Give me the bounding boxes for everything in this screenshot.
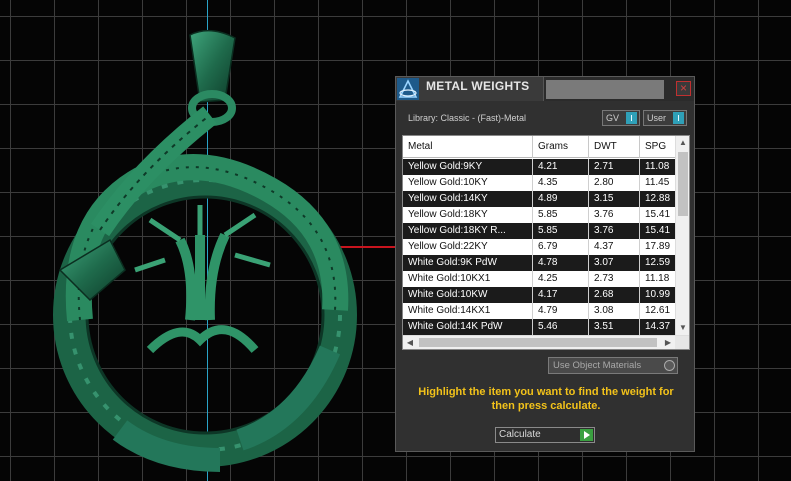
use-object-materials-label: Use Object Materials [553,360,642,371]
cell-spg: 15.41 [640,207,675,223]
radio-icon[interactable] [664,360,675,371]
use-object-materials-option[interactable]: Use Object Materials [548,357,678,374]
table-body: Yellow Gold:9KY 4.21 2.71 11.08 Yellow G… [403,159,675,335]
column-header-metal[interactable]: Metal [403,136,533,158]
cell-metal: White Gold:10KW [403,287,533,303]
cell-spg: 11.18 [640,271,675,287]
table-row[interactable]: White Gold:10KX1 4.25 2.73 11.18 [403,271,675,287]
horizontal-scroll-thumb[interactable] [419,338,657,347]
title-tab: METAL WEIGHTS [396,77,544,101]
cell-dwt: 4.37 [589,239,640,255]
cell-metal: White Gold:14KX1 [403,303,533,319]
cell-metal: Yellow Gold:18KY [403,207,533,223]
cell-spg: 12.88 [645,193,671,204]
column-header-dwt[interactable]: DWT [589,136,640,158]
cell-metal: White Gold:10KX1 [403,271,533,287]
table-row[interactable]: Yellow Gold:9KY 4.21 2.71 11.08 [403,159,675,175]
cell-grams: 6.79 [533,239,589,255]
table-row[interactable]: White Gold:9K PdW 4.78 3.07 12.59 [403,255,675,271]
table-row[interactable]: White Gold:10KW 4.17 2.68 10.99 [403,287,675,303]
cell-spg: 17.89 [640,239,675,255]
cell-grams: 4.78 [533,255,589,271]
cell-grams: 5.85 [533,207,589,223]
vertical-scrollbar[interactable]: ▲ ▼ [675,136,689,335]
cell-metal: Yellow Gold:9KY [403,159,533,175]
table-row[interactable]: Yellow Gold:18KY 5.85 3.76 15.41 [403,207,675,223]
user-toggle[interactable]: User [643,110,687,126]
cell-grams: 4.21 [533,159,589,175]
panel-titlebar[interactable]: METAL WEIGHTS × [396,77,694,101]
close-button[interactable]: × [676,81,691,96]
table-row[interactable]: Yellow Gold:14KY 4.89 3.15 12.88 [403,191,675,207]
panel-title: METAL WEIGHTS [426,79,530,93]
cell-metal: White Gold:9K PdW [403,255,533,271]
table-header: Metal Grams DWT SPG [403,136,675,158]
cell-metal: White Gold:14K PdW [403,319,533,335]
scroll-up-icon[interactable]: ▲ [676,136,689,150]
user-toggle-label: User [647,113,667,123]
cell-grams: 5.46 [533,319,589,335]
table-row[interactable]: Yellow Gold:22KY 6.79 4.37 17.89 [403,239,675,255]
table-row[interactable]: Yellow Gold:18KY R... 5.85 3.76 15.41 [403,223,675,239]
cell-dwt: 3.51 [589,319,640,335]
metal-table[interactable]: Metal Grams DWT SPG Yellow Gold:9KY 4.21… [402,135,690,350]
column-header-grams[interactable]: Grams [533,136,589,158]
scroll-corner [675,336,689,349]
cell-spg: 12.61 [640,303,675,319]
cell-dwt: 2.73 [589,271,640,287]
cell-grams: 4.17 [533,287,589,303]
cell-grams: 4.35 [533,175,589,191]
scroll-down-icon[interactable]: ▼ [676,321,689,335]
cell-metal: Yellow Gold:14KY [403,191,533,207]
cell-spg: 11.45 [640,175,675,191]
metal-weights-panel: METAL WEIGHTS × Library: Classic - (Fast… [395,76,695,452]
library-label: Library: Classic - (Fast)-Metal [408,113,527,123]
cell-dwt: 2.71 [589,159,640,175]
cell-metal: Yellow Gold:18KY R... [403,223,533,239]
table-row[interactable]: Yellow Gold:10KY 4.35 2.80 11.45 [403,175,675,191]
cell-metal: Yellow Gold:22KY [403,239,533,255]
horizontal-scrollbar[interactable]: ◀ ▶ [403,335,689,349]
cell-grams: 4.89 [533,191,589,207]
calculate-label: Calculate [499,429,541,440]
play-arrow-icon [580,429,593,441]
pendant-3d-model[interactable] [40,20,370,480]
cell-dwt: 3.15 [589,191,640,207]
cell-grams: 4.25 [533,271,589,287]
cell-grams: 5.85 [533,223,589,239]
cell-dwt: 3.76 [589,207,640,223]
table-row[interactable]: White Gold:14K PdW 5.46 3.51 14.37 [403,319,675,335]
toggle-knob-icon [626,112,637,124]
gv-toggle[interactable]: GV [602,110,640,126]
cell-spg: 14.37 [645,321,671,332]
toggle-knob-icon [673,112,684,124]
cell-spg: 10.99 [645,289,671,300]
cell-dwt: 3.76 [589,223,640,239]
cell-dwt: 2.68 [589,287,640,303]
cell-dwt: 3.08 [589,303,640,319]
gv-toggle-label: GV [606,113,620,123]
cell-grams: 4.79 [533,303,589,319]
close-icon: × [679,81,687,95]
cell-metal: Yellow Gold:10KY [403,175,533,191]
scroll-left-icon[interactable]: ◀ [403,336,417,349]
instruction-text: Highlight the item you want to find the … [418,386,674,412]
cell-spg: 15.41 [645,225,671,236]
cell-dwt: 2.80 [589,175,640,191]
cell-spg: 11.08 [645,161,670,172]
calculate-button[interactable]: Calculate [495,427,595,443]
vertical-scroll-thumb[interactable] [678,152,688,216]
cell-dwt: 3.07 [589,255,640,271]
title-bar-spacer [546,80,664,99]
scroll-right-icon[interactable]: ▶ [661,336,675,349]
column-header-spg[interactable]: SPG [640,136,680,158]
app-logo-icon [397,78,419,100]
cell-spg: 12.59 [645,257,671,268]
table-row[interactable]: White Gold:14KX1 4.79 3.08 12.61 [403,303,675,319]
